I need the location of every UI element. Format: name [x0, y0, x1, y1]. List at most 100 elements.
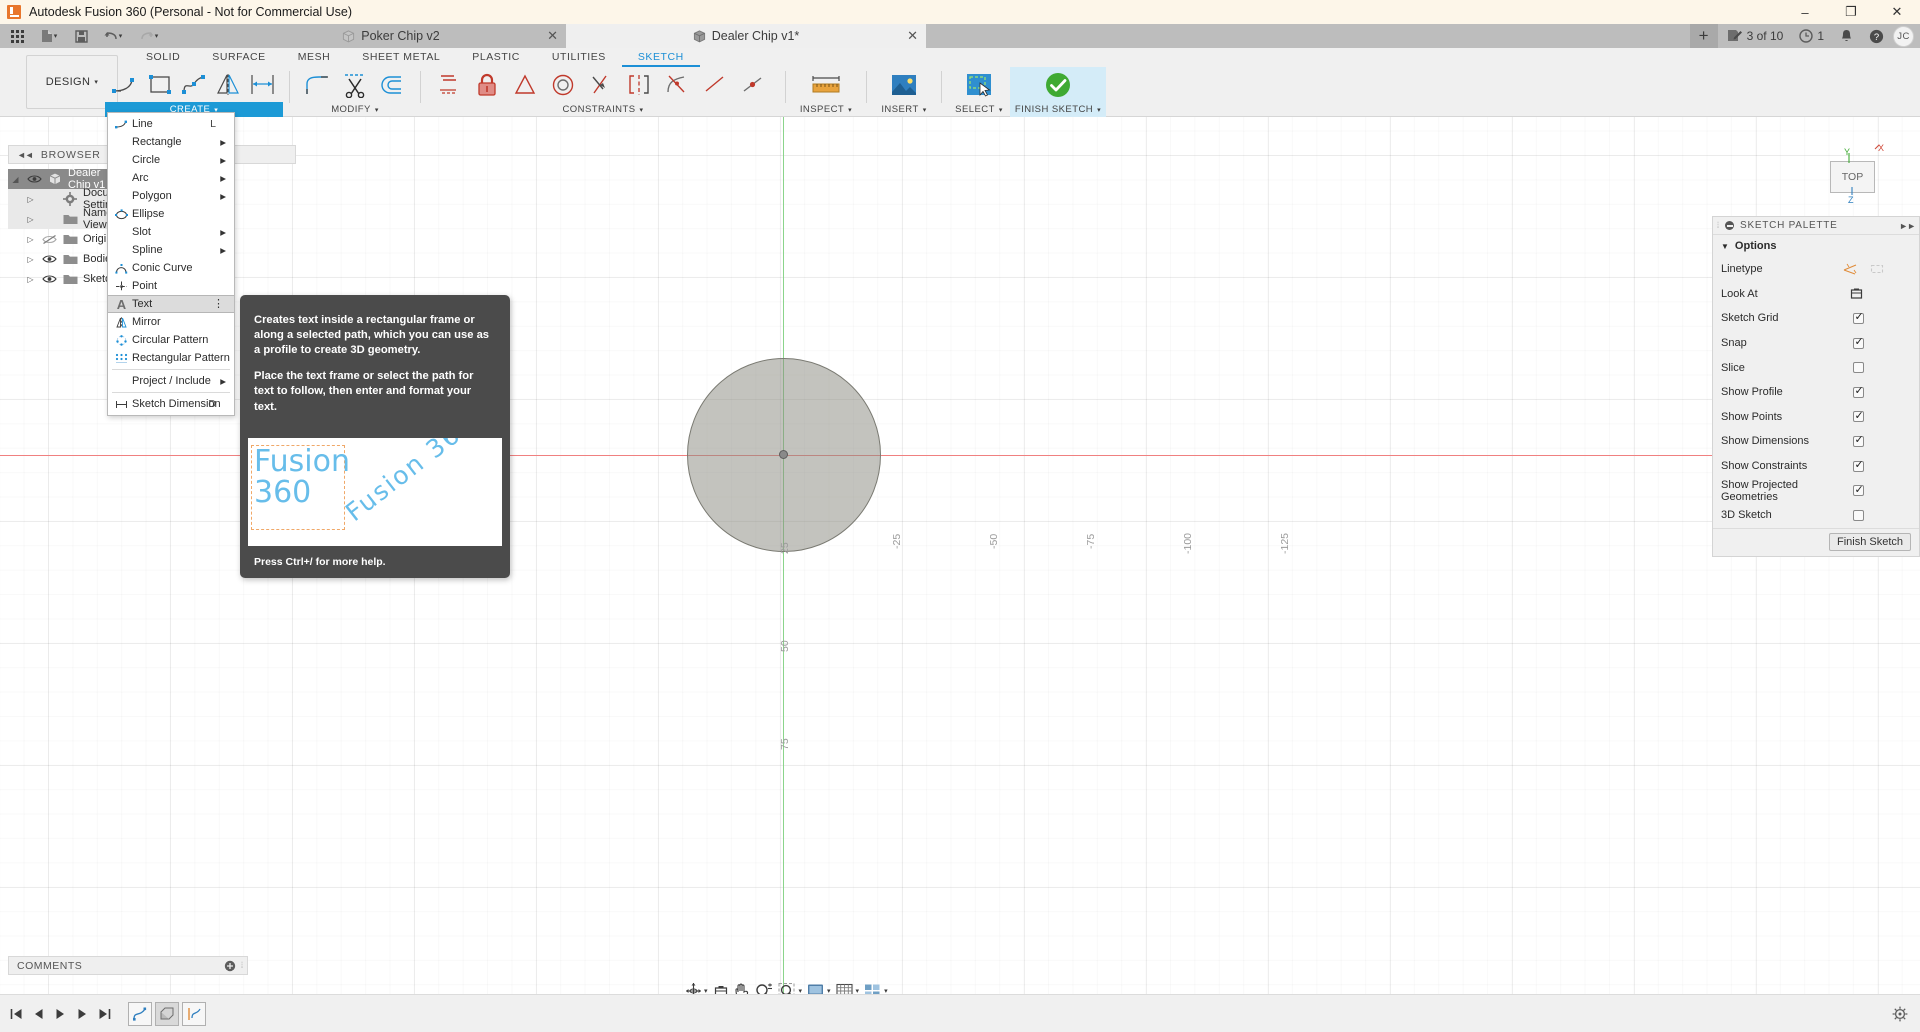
menu-item-project-include[interactable]: Project / Include ▶ — [108, 372, 234, 390]
line-tool-icon[interactable] — [109, 68, 141, 102]
browser-item-dealer-chip[interactable]: ◢ Dealer Chip v1 — [8, 169, 118, 189]
show-profile-checkbox[interactable] — [1853, 387, 1864, 398]
eye-icon[interactable] — [23, 174, 45, 184]
perpendicular-constraint-icon[interactable] — [583, 68, 619, 102]
step-back-button[interactable] — [28, 1002, 48, 1026]
new-tab-button[interactable]: + — [1690, 24, 1718, 48]
expand-right-icon[interactable]: ►► — [1899, 221, 1915, 231]
spline-tool-icon[interactable] — [178, 68, 210, 102]
help-button[interactable]: ? — [1862, 24, 1891, 48]
close-button[interactable]: ✕ — [1874, 0, 1920, 24]
eye-icon[interactable] — [38, 274, 60, 284]
collinear-constraint-icon[interactable] — [697, 68, 733, 102]
expand-toggle[interactable]: ◢ — [8, 175, 23, 184]
add-comment-icon[interactable] — [224, 960, 236, 972]
edits-indicator[interactable]: 3 of 10 — [1720, 24, 1791, 48]
menu-item-sketch-dimension[interactable]: Sketch Dimension D — [108, 395, 234, 413]
select-cursor-icon[interactable] — [961, 68, 997, 102]
ribbon-tab-sketch[interactable]: SKETCH — [622, 48, 700, 67]
ribbon-group-finish-sketch[interactable]: FINISH SKETCH ▾ — [1010, 67, 1106, 117]
menu-item-polygon[interactable]: Polygon ▶ — [108, 187, 234, 205]
document-tab-dealer-chip[interactable]: Dealer Chip v1* ✕ — [566, 24, 926, 48]
ribbon-group-insert-label[interactable]: INSERT ▾ — [873, 102, 935, 117]
measure-icon[interactable] — [804, 68, 848, 102]
menu-item-ellipse[interactable]: Ellipse — [108, 205, 234, 223]
ribbon-tab-plastic[interactable]: PLASTIC — [456, 48, 536, 67]
sketch-center-point[interactable] — [779, 450, 788, 459]
expand-toggle[interactable]: ▷ — [23, 255, 38, 264]
sketch-dimension-tool-icon[interactable] — [247, 68, 279, 102]
ribbon-tab-sheet-metal[interactable]: SHEET METAL — [346, 48, 456, 67]
construction-linetype-icon[interactable] — [1843, 263, 1858, 275]
document-tab-poker-chip[interactable]: Poker Chip v2 ✕ — [216, 24, 566, 48]
ribbon-tab-solid[interactable]: SOLID — [130, 48, 196, 67]
maximize-button[interactable]: ❐ — [1828, 0, 1874, 24]
notifications-button[interactable] — [1833, 24, 1860, 48]
menu-item-point[interactable]: Point — [108, 277, 234, 295]
jobs-indicator[interactable]: 1 — [1792, 24, 1831, 48]
concentric-constraint-icon[interactable] — [545, 68, 581, 102]
expand-toggle[interactable]: ▷ — [23, 215, 38, 224]
rectangle-tool-icon[interactable] — [143, 68, 175, 102]
ribbon-group-select-label[interactable]: SELECT ▾ — [948, 102, 1010, 117]
trim-tool-icon[interactable] — [337, 68, 372, 102]
redo-icon[interactable]: ▾ — [132, 25, 166, 47]
symmetry-constraint-icon[interactable] — [621, 68, 657, 102]
ribbon-group-constraints-label[interactable]: CONSTRAINTS ▾ — [427, 102, 779, 117]
grip-icon[interactable]: ⦙ — [1717, 220, 1719, 231]
palette-menu-icon[interactable] — [1725, 221, 1734, 230]
menu-item-conic-curve[interactable]: Conic Curve — [108, 259, 234, 277]
ribbon-group-finish-sketch-label[interactable]: FINISH SKETCH ▾ — [1010, 102, 1106, 117]
ribbon-group-inspect-label[interactable]: INSPECT ▾ — [792, 102, 860, 117]
midpoint-constraint-icon[interactable] — [735, 68, 771, 102]
overflow-menu-icon[interactable]: ⋮ — [213, 300, 224, 308]
insert-image-icon[interactable] — [886, 68, 922, 102]
grip-icon[interactable]: ⦙ — [241, 960, 243, 971]
expand-toggle[interactable]: ▷ — [23, 275, 38, 284]
ribbon-tab-mesh[interactable]: MESH — [282, 48, 347, 67]
app-grid-icon[interactable] — [4, 25, 30, 47]
menu-item-rectangular-pattern[interactable]: Rectangular Pattern — [108, 349, 234, 367]
snap-checkbox[interactable] — [1853, 338, 1864, 349]
3d-sketch-checkbox[interactable] — [1853, 510, 1864, 521]
eye-icon[interactable] — [38, 254, 60, 264]
avatar[interactable]: JC — [1893, 26, 1914, 47]
show-points-checkbox[interactable] — [1853, 411, 1864, 422]
viewcube[interactable]: TOP Y X Z — [1816, 139, 1894, 217]
timeline-settings-button[interactable] — [1892, 1006, 1920, 1022]
equal-constraint-icon[interactable] — [507, 68, 543, 102]
look-at-icon[interactable] — [1849, 287, 1864, 300]
timeline-node-extrude[interactable] — [155, 1002, 179, 1026]
save-icon[interactable] — [68, 25, 94, 47]
timeline-node-active-sketch[interactable] — [182, 1002, 206, 1026]
collapse-caret-icon[interactable]: ▼ — [1721, 242, 1729, 251]
menu-item-line[interactable]: Line L — [108, 115, 234, 133]
close-icon[interactable]: ✕ — [907, 28, 918, 44]
menu-item-circular-pattern[interactable]: Circular Pattern — [108, 331, 234, 349]
sketch-palette-header[interactable]: ⦙ SKETCH PALETTE ►► — [1713, 217, 1919, 235]
show-constraints-checkbox[interactable] — [1853, 461, 1864, 472]
create-dropdown-menu[interactable]: Line L Rectangle ▶ Circle ▶ Arc ▶ Polygo… — [107, 112, 235, 416]
undo-icon[interactable]: ▾ — [96, 25, 130, 47]
green-check-icon[interactable] — [1040, 68, 1076, 102]
palette-section-options[interactable]: ▼ Options — [1713, 235, 1919, 257]
minimize-button[interactable]: – — [1782, 0, 1828, 24]
horizontal-vertical-constraint-icon[interactable] — [431, 68, 467, 102]
mirror-tool-icon[interactable] — [212, 68, 244, 102]
tangent-constraint-icon[interactable] — [659, 68, 695, 102]
fillet-tool-icon[interactable] — [300, 68, 335, 102]
expand-toggle[interactable]: ▷ — [23, 195, 38, 204]
eye-off-icon[interactable] — [38, 234, 60, 245]
menu-item-text[interactable]: A Text ⋮ — [108, 295, 234, 313]
menu-item-mirror[interactable]: Mirror — [108, 313, 234, 331]
slice-checkbox[interactable] — [1853, 362, 1864, 373]
menu-item-arc[interactable]: Arc ▶ — [108, 169, 234, 187]
ribbon-tab-utilities[interactable]: UTILITIES — [536, 48, 622, 67]
collapse-left-icon[interactable]: ◄◄ — [17, 150, 33, 160]
timeline-node-sketch[interactable] — [128, 1002, 152, 1026]
play-button[interactable] — [50, 1002, 70, 1026]
file-icon[interactable]: ▾ — [32, 25, 66, 47]
ribbon-tab-surface[interactable]: SURFACE — [196, 48, 281, 67]
expand-toggle[interactable]: ▷ — [23, 235, 38, 244]
menu-item-circle[interactable]: Circle ▶ — [108, 151, 234, 169]
